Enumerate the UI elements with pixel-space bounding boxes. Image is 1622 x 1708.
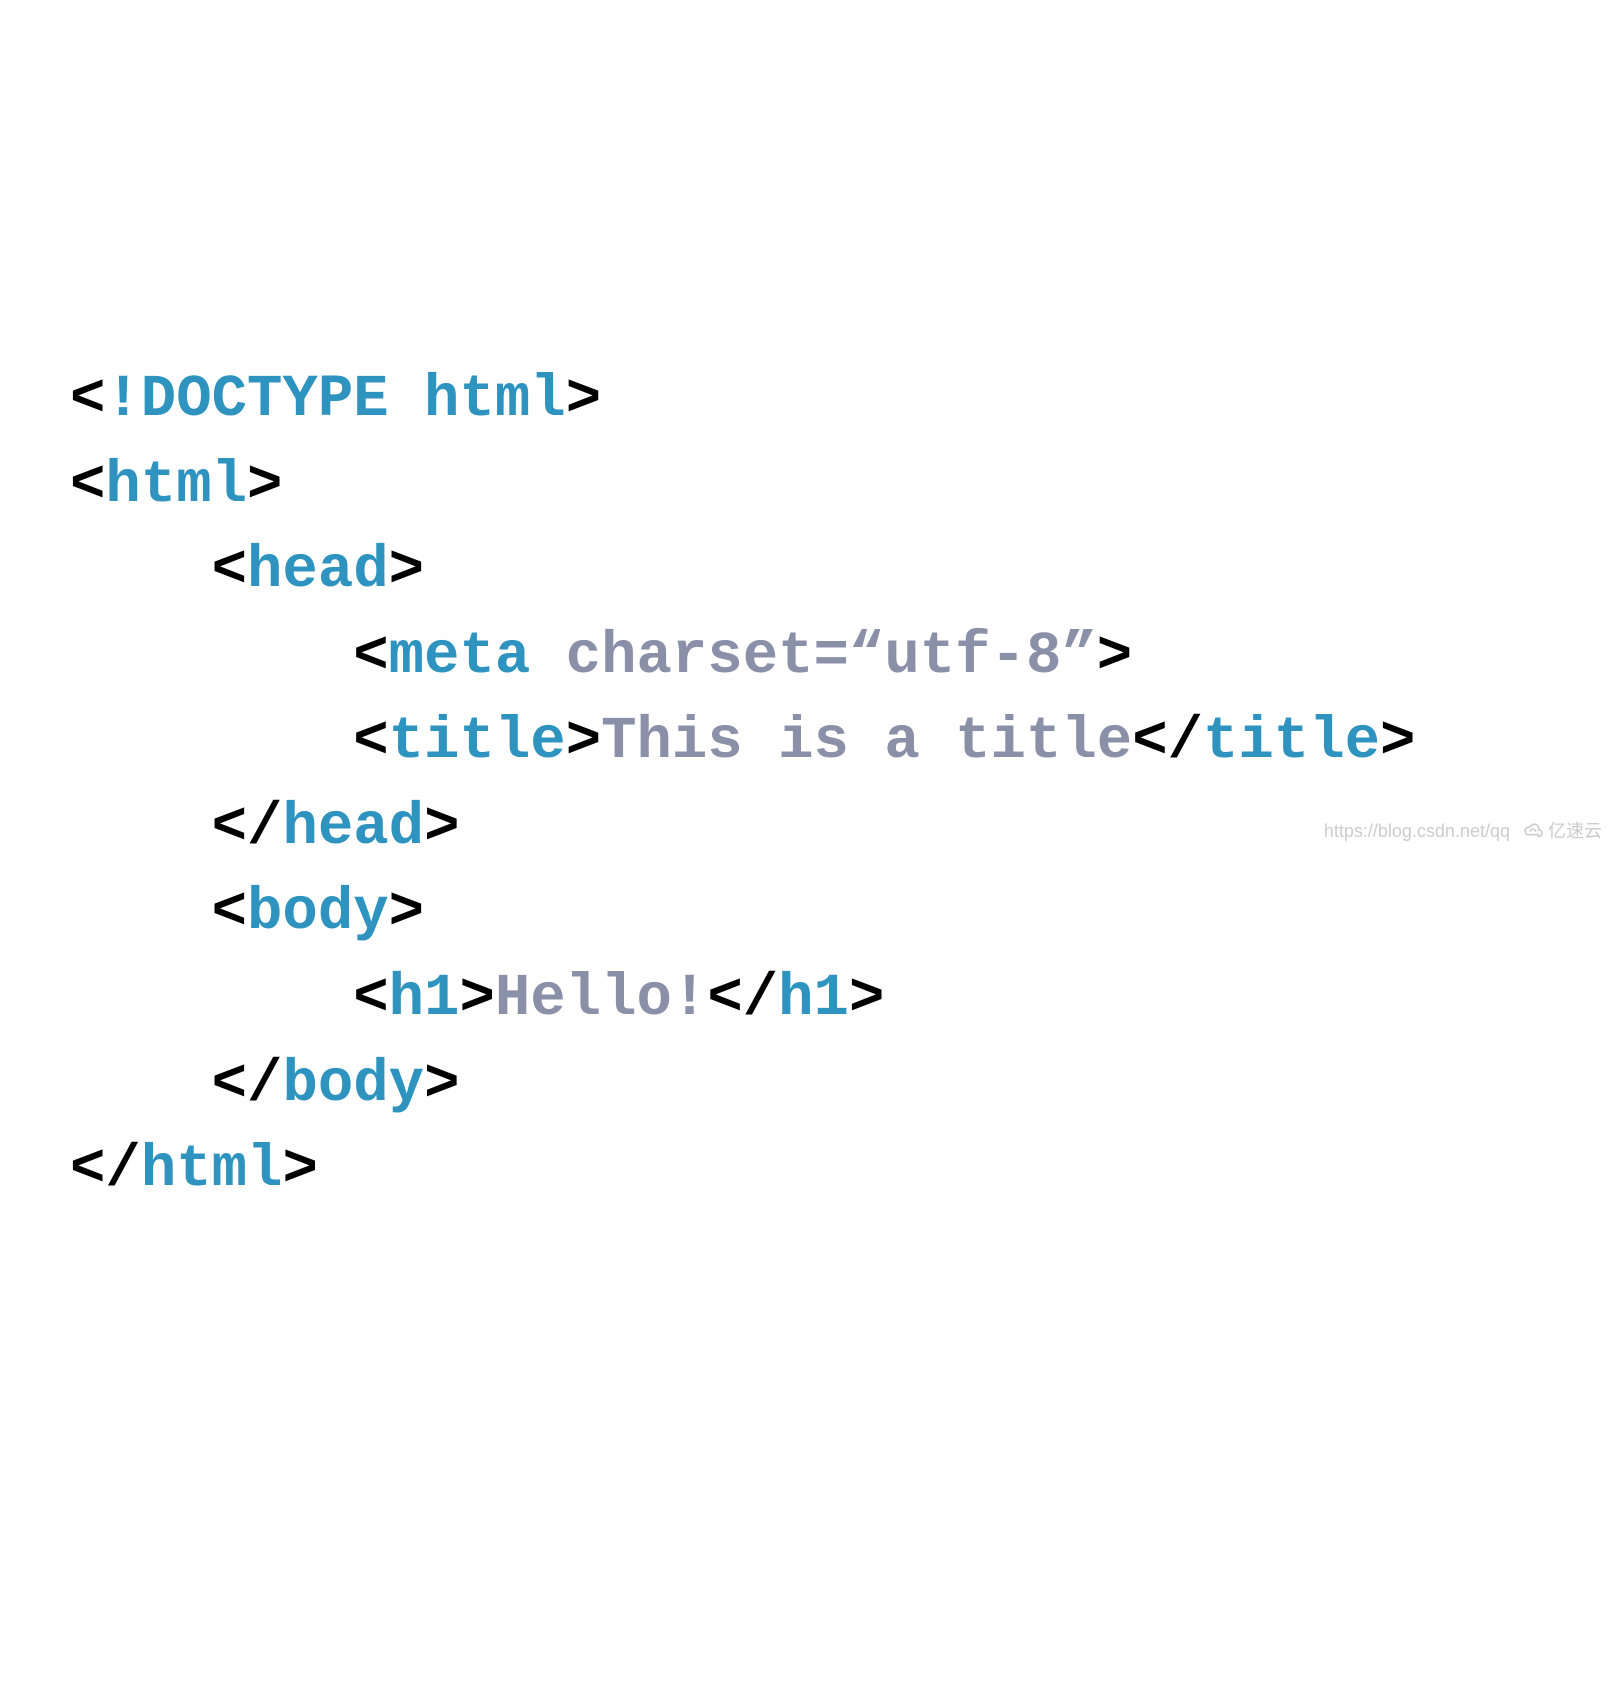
token-bracket: >: [424, 794, 459, 861]
token-bracket: <: [212, 537, 247, 604]
token-bracket: </: [70, 1136, 141, 1203]
token-bracket: >: [282, 1136, 317, 1203]
code-line: <!DOCTYPE html>: [70, 357, 1622, 443]
token-bracket: >: [849, 965, 884, 1032]
token-tag: body: [282, 1051, 424, 1118]
token-bracket: </: [1132, 708, 1203, 775]
cloud-icon: [1522, 820, 1544, 842]
code-line: <meta charset=“utf-8”>: [70, 614, 1622, 700]
token-bracket: >: [459, 965, 494, 1032]
token-bracket: </: [212, 1051, 283, 1118]
code-line: <head>: [70, 528, 1622, 614]
token-tag: h1: [389, 965, 460, 1032]
code-line: <html>: [70, 443, 1622, 529]
token-tag: html: [105, 452, 247, 519]
token-bracket: </: [707, 965, 778, 1032]
token-bracket: >: [566, 366, 601, 433]
watermark-brand: 亿速云: [1548, 818, 1602, 844]
code-line: </body>: [70, 1042, 1622, 1128]
watermark: https://blog.csdn.net/qq 亿速云: [1324, 818, 1602, 844]
token-text: Hello!: [495, 965, 707, 1032]
code-line: <h1>Hello!</h1>: [70, 956, 1622, 1042]
token-bracket: >: [389, 879, 424, 946]
code-line: <title>This is a title</title>: [70, 699, 1622, 785]
token-bracket: <: [70, 452, 105, 519]
code-line: </html>: [70, 1127, 1622, 1213]
token-bracket: >: [247, 452, 282, 519]
token-bracket: >: [1097, 623, 1132, 690]
token-tag: body: [247, 879, 389, 946]
token-bracket: >: [1380, 708, 1415, 775]
code-block: <!DOCTYPE html><html> <head> <meta chars…: [70, 357, 1622, 1212]
token-bracket: <: [70, 366, 105, 433]
watermark-url: https://blog.csdn.net/qq: [1324, 818, 1510, 844]
token-bracket: >: [389, 537, 424, 604]
token-bracket: <: [353, 965, 388, 1032]
token-tag: head: [282, 794, 424, 861]
token-bracket: <: [353, 623, 388, 690]
token-tag: h1: [778, 965, 849, 1032]
token-tag: title: [389, 708, 566, 775]
token-tag: head: [247, 537, 389, 604]
token-bracket: </: [212, 794, 283, 861]
watermark-logo: 亿速云: [1522, 818, 1602, 844]
token-tag: !DOCTYPE html: [105, 366, 565, 433]
token-bracket: <: [212, 879, 247, 946]
token-tag: meta: [389, 623, 531, 690]
token-bracket: >: [566, 708, 601, 775]
token-bracket: <: [353, 708, 388, 775]
token-bracket: >: [424, 1051, 459, 1118]
token-text: This is a title: [601, 708, 1132, 775]
token-tag: html: [141, 1136, 283, 1203]
token-attr: charset=“utf-8”: [530, 623, 1097, 690]
code-line: <body>: [70, 870, 1622, 956]
token-tag: title: [1203, 708, 1380, 775]
